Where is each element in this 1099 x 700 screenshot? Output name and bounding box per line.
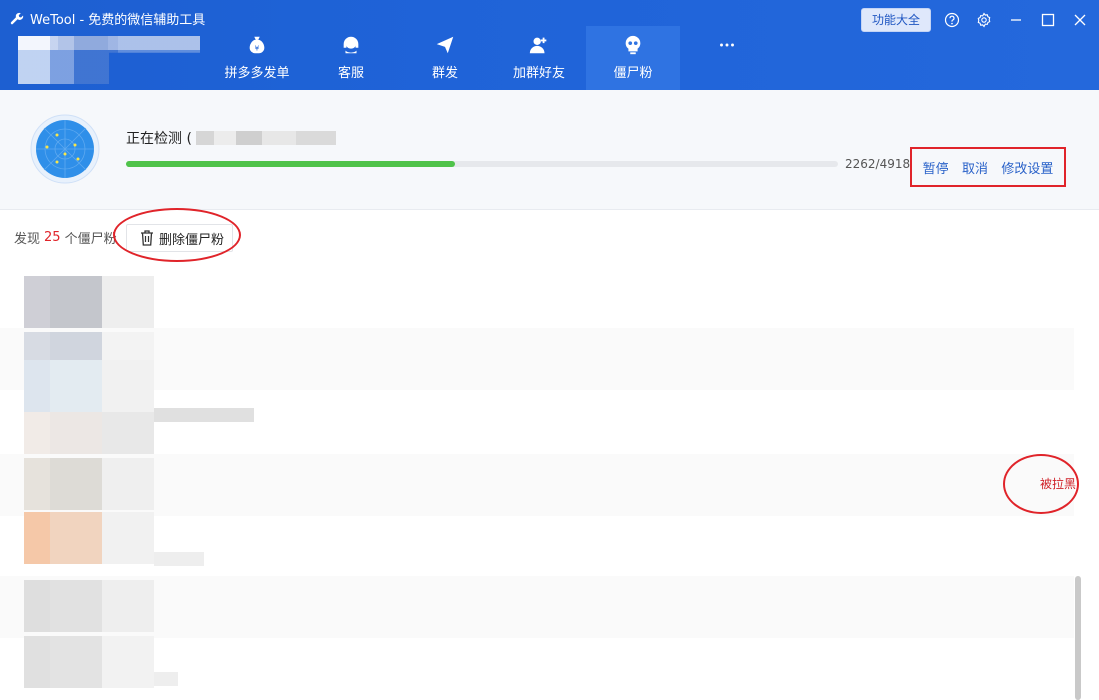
contact-remark [154, 552, 204, 566]
contact-avatar [24, 512, 102, 564]
contact-name [102, 636, 154, 688]
detection-actions: 暂停 取消 修改设置 [910, 147, 1066, 187]
found-summary: 发现 25 个僵尸粉 [14, 228, 117, 247]
add-friend-icon [529, 37, 547, 54]
detection-panel: 正在检测 ( 2262/4918 暂停 取消 修改设置 [0, 90, 1099, 210]
list-item[interactable] [0, 632, 1074, 694]
account-name [18, 36, 200, 84]
nav-label: 加群好友 [512, 66, 565, 81]
found-suffix: 个僵尸粉 [64, 232, 117, 247]
cancel-button[interactable]: 取消 [962, 158, 988, 177]
send-icon [436, 36, 454, 54]
contact-name [102, 580, 154, 632]
nav-item-zombie-fans[interactable]: 僵尸粉 [586, 26, 680, 90]
contact-avatar [24, 580, 102, 632]
progress-count: 2262/4918 [845, 157, 911, 171]
wrench-icon [10, 12, 24, 24]
contact-avatar [24, 458, 102, 510]
help-button[interactable] [941, 9, 963, 31]
app-title-text: WeTool - 免费的微信辅助工具 [30, 13, 206, 28]
nav-label: 拼多多发单 [224, 66, 290, 81]
money-bag-icon: ¥ [249, 36, 265, 54]
nav-item-service[interactable]: 客服 [304, 26, 398, 90]
contact-name [102, 360, 154, 412]
progress-fill [126, 161, 456, 167]
list-item[interactable]: 被拉黑 [0, 454, 1076, 516]
contact-name [102, 512, 154, 564]
zombie-fan-list: 被拉黑 [0, 272, 1076, 700]
main-nav: ¥ 拼多多发单 客服 群发 加群好友 僵尸粉 [210, 26, 774, 90]
pause-button[interactable]: 暂停 [923, 158, 949, 177]
nav-item-add-friends[interactable]: 加群好友 [492, 26, 586, 90]
close-icon [1074, 14, 1086, 26]
contact-name [102, 458, 154, 510]
nav-label: 客服 [337, 66, 364, 81]
found-prefix: 发现 [14, 232, 41, 247]
settings-button[interactable] [973, 9, 995, 31]
all-features-button[interactable]: 功能大全 [860, 8, 931, 32]
radar-icon [30, 114, 100, 184]
nav-label: 僵尸粉 [613, 66, 653, 81]
title-bar: WeTool - 免费的微信辅助工具 ¥ 拼多多发单 客服 群发 加群好友 僵尸… [0, 0, 1099, 90]
help-icon [944, 12, 960, 28]
skull-icon [625, 35, 641, 55]
contact-avatar [24, 636, 102, 688]
minimize-icon [1011, 19, 1021, 21]
nav-item-broadcast[interactable]: 群发 [398, 26, 492, 90]
list-scrollbar[interactable] [1075, 576, 1081, 700]
detection-status: 正在检测 ( [126, 128, 336, 148]
app-title: WeTool - 免费的微信辅助工具 [10, 9, 205, 28]
svg-text:¥: ¥ [255, 44, 260, 53]
list-item[interactable] [0, 508, 1074, 570]
detected-contact-name [195, 131, 336, 145]
minimize-button[interactable] [1005, 9, 1027, 31]
more-icon [720, 43, 734, 47]
list-item[interactable] [0, 272, 1074, 334]
progress-bar [126, 161, 838, 167]
contact-avatar [24, 360, 102, 412]
nav-item-pdd[interactable]: ¥ 拼多多发单 [210, 26, 304, 90]
window-controls: 功能大全 [860, 8, 1091, 32]
maximize-button[interactable] [1037, 9, 1059, 31]
modify-settings-button[interactable]: 修改设置 [1001, 158, 1053, 177]
nav-label: 群发 [431, 66, 458, 81]
contact-remark [154, 408, 254, 422]
annotation-circle-status [1003, 454, 1079, 514]
close-button[interactable] [1069, 9, 1091, 31]
list-item[interactable] [0, 576, 1074, 638]
annotation-circle-delete [113, 208, 241, 262]
nav-item-more[interactable] [680, 26, 774, 90]
headset-icon [343, 36, 359, 54]
contact-name [102, 276, 154, 328]
contact-avatar [24, 276, 102, 328]
found-count: 25 [44, 230, 61, 245]
contact-remark [154, 672, 178, 686]
gear-icon [977, 12, 991, 28]
detection-status-text: 正在检测 ( [126, 131, 192, 147]
maximize-icon [1041, 13, 1055, 27]
